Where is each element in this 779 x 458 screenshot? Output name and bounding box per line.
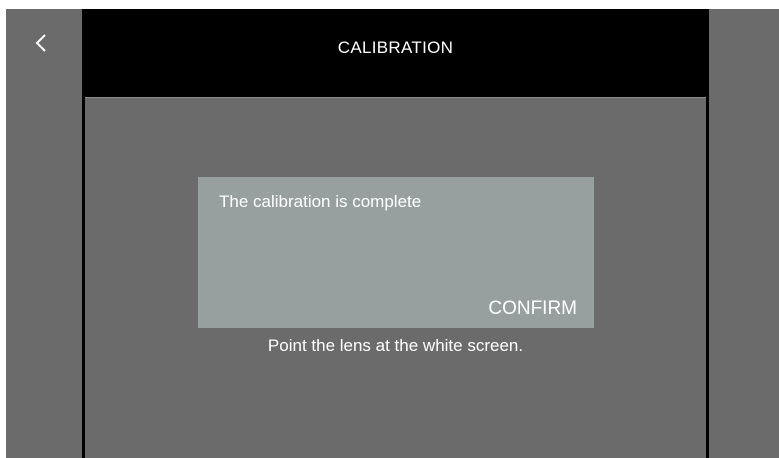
confirm-button[interactable]: CONFIRM [488, 298, 577, 320]
chevron-left-icon [35, 34, 46, 52]
dialog-message: The calibration is complete [219, 192, 422, 211]
back-button[interactable] [6, 9, 82, 79]
title-underline [85, 97, 706, 98]
calibration-complete-dialog: The calibration is complete CONFIRM [198, 177, 594, 328]
page-title: CALIBRATION [337, 38, 454, 57]
right-divider [706, 9, 709, 458]
instruction-text: Point the lens at the white screen. [267, 336, 524, 355]
calibration-screen: CALIBRATION The calibration is complete … [6, 9, 779, 458]
title-bar: CALIBRATION [85, 9, 706, 97]
